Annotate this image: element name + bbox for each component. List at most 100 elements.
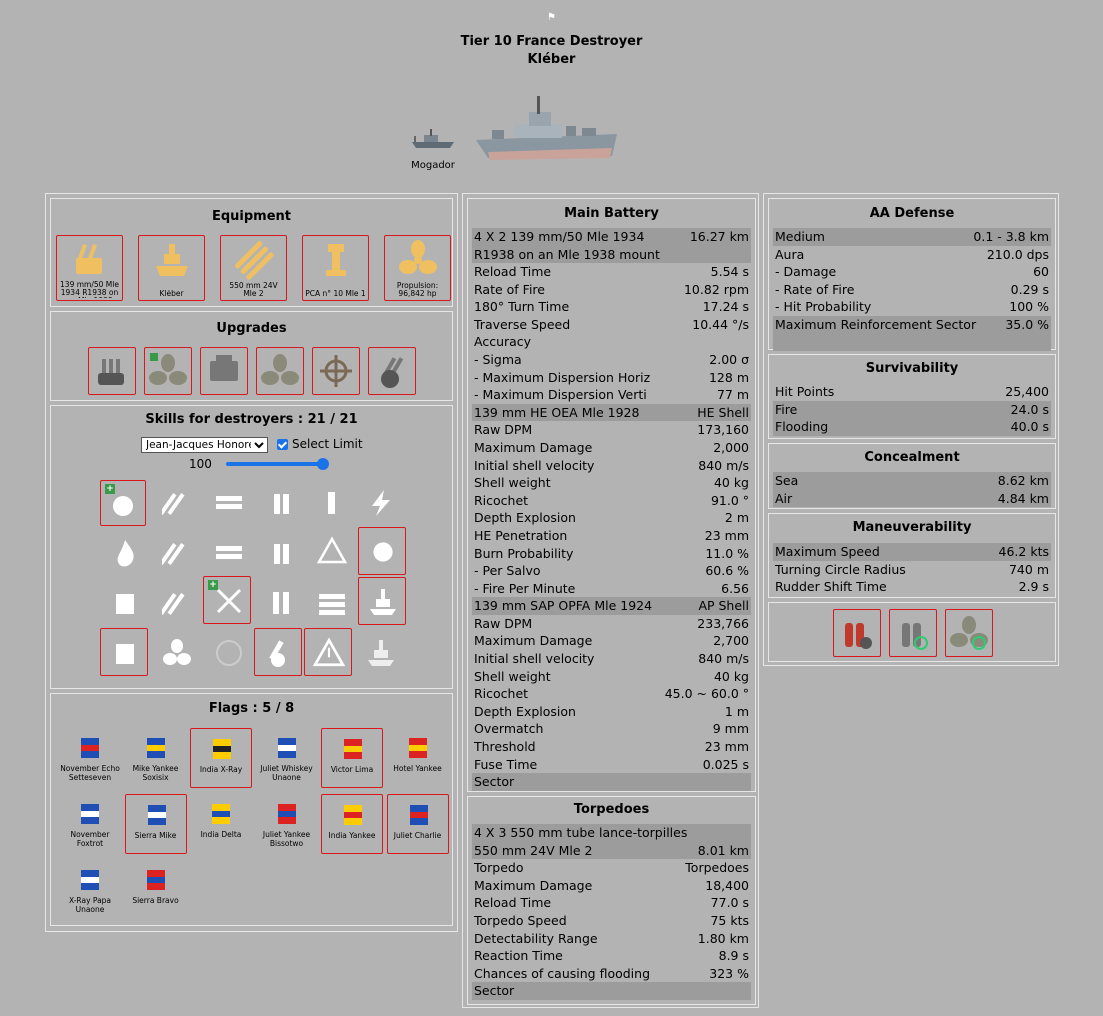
prev-ship-label[interactable]: Mogador	[404, 160, 462, 171]
skill-radio-location[interactable]	[206, 630, 252, 676]
flag-item[interactable]: Sierra Mike	[124, 794, 187, 854]
stat-label: Reaction Time	[474, 948, 563, 964]
stat-value: 23 mm	[704, 527, 749, 543]
flag-item[interactable]: November Foxtrot	[59, 794, 121, 854]
equipment-label: Propulsion: 96,842 hp	[396, 282, 439, 298]
stat-row: - Per Salvo 60.6 %	[472, 562, 751, 580]
stat-value: 210.0 dps	[986, 246, 1049, 262]
skill-last-stand[interactable]	[102, 530, 148, 576]
skill-dazzle[interactable]	[358, 527, 406, 575]
flag-item[interactable]: India X-Ray	[190, 728, 252, 788]
torpedoes-title: Torpedoes	[573, 802, 650, 817]
skill-fill-the-tubes[interactable]	[259, 530, 305, 576]
stat-row: Sea 8.62 km	[773, 472, 1051, 490]
stat-value: 173,160	[697, 422, 749, 438]
upgrade-concealment[interactable]	[368, 347, 416, 395]
stat-row: 180° Turn Time 17.24 s	[472, 298, 751, 316]
skill-priority-target[interactable]	[309, 530, 355, 576]
skill-fearless-brawler[interactable]: +	[203, 576, 251, 624]
stat-label: 139 mm SAP OPFA Mle 1924	[474, 598, 653, 614]
upgrade-propulsion[interactable]	[144, 347, 192, 395]
flag-item[interactable]: Juliet Charlie	[386, 794, 449, 854]
flag-item[interactable]: X-Ray Papa Unaone	[59, 860, 121, 920]
skill-slider-track[interactable]	[226, 462, 324, 466]
stat-value: 18,400	[705, 877, 749, 893]
skill-incoming-fire-alert[interactable]	[358, 480, 404, 526]
stat-value: 10.82 rpm	[683, 281, 749, 297]
skill-main-battery-ammo[interactable]	[259, 480, 305, 526]
stat-label: Sea	[775, 473, 799, 488]
stat-row: Flooding 40.0 s	[773, 418, 1051, 436]
skill-superintendent[interactable]	[259, 580, 305, 626]
commander-select[interactable]: Jean-Jacques Honoré	[141, 437, 268, 453]
stat-value: 40 kg	[713, 475, 749, 491]
stat-value: 100 %	[1009, 299, 1049, 315]
flag-item[interactable]: India Yankee	[321, 794, 383, 854]
consumable-smoke-generator[interactable]	[889, 609, 937, 657]
stat-label: Traverse Speed	[474, 316, 571, 332]
skill-icon	[113, 496, 133, 516]
skill-icon	[162, 543, 185, 565]
skill-propulsion[interactable]	[154, 630, 200, 676]
flag-item[interactable]: Sierra Bravo	[125, 860, 187, 920]
skill-torpedo-acceleration[interactable]	[154, 580, 200, 626]
stat-label: Rate of Fire	[474, 281, 545, 297]
skill-top-priority-alert[interactable]	[304, 628, 352, 676]
consumable-engine-boost[interactable]	[945, 609, 993, 657]
flag-item[interactable]: Juliet Whiskey Unaone	[256, 728, 318, 788]
stat-label: 139 mm HE OEA Mle 1928	[474, 404, 640, 420]
skill-icon	[162, 593, 185, 615]
skill-swift-fish[interactable]	[154, 530, 200, 576]
flag-item[interactable]: November Echo Setteseven	[59, 728, 121, 788]
upgrade-torpedo-tubes[interactable]	[200, 347, 248, 395]
consumable-damage-control[interactable]	[833, 609, 881, 657]
equipment-torpedoes[interactable]: 550 mm 24V Mle 2	[220, 235, 287, 301]
skill-main-battery-expert[interactable]	[309, 580, 355, 626]
flag-item[interactable]: India Delta	[190, 794, 252, 854]
flag-label: India X-Ray	[199, 765, 243, 774]
skill-consumables-enthusiast[interactable]	[206, 480, 252, 526]
stat-value: 40 kg	[713, 668, 749, 684]
aa-defense-panel: AA Defense Medium 0.1 - 3.8 km Aura 210.0 d…	[768, 198, 1056, 351]
stat-label: Maximum Damage	[474, 633, 593, 649]
equipment-main-battery[interactable]: 139 mm/50 Mle 1934 R1938 on an Mle 1938 …	[56, 235, 123, 301]
flag-item[interactable]: Victor Lima	[321, 728, 383, 788]
equipment-panel: Equipment 139 mm/50 Mle 1934 R1938 on an…	[50, 198, 453, 307]
skill-adrenaline-rush[interactable]	[100, 628, 148, 676]
stat-row: Chances of causing flooding 323 %	[472, 965, 751, 983]
skill-demolition-expert[interactable]	[309, 480, 355, 526]
equipment-hull[interactable]: Kléber	[138, 235, 205, 301]
stat-row: Reload Time 5.54 s	[472, 263, 751, 281]
skill-gun-feeder[interactable]	[254, 628, 302, 676]
stat-value: 840 m/s	[698, 457, 749, 473]
stat-label: - Hit Probability	[775, 299, 872, 315]
flag-item[interactable]: Hotel Yankee	[387, 728, 449, 788]
skill-grease-the-gears[interactable]	[154, 480, 200, 526]
stat-label: 550 mm 24V Mle 2	[474, 842, 593, 858]
prev-ship-icon[interactable]	[410, 122, 456, 152]
stat-label: Flooding	[775, 419, 829, 435]
stat-value: 25,400	[1005, 384, 1049, 399]
equipment-fire-control[interactable]: PCA n° 10 Mle 1	[302, 235, 369, 301]
upgrade-steering-gears[interactable]	[312, 347, 360, 395]
skill-survivability-expert[interactable]	[102, 580, 148, 626]
upgrade-steering[interactable]	[256, 347, 304, 395]
equipment-propulsion[interactable]: Propulsion: 96,842 hp	[384, 235, 451, 301]
stat-value: 2,000	[713, 439, 749, 455]
skill-ship-hull[interactable]	[358, 630, 404, 676]
signal-flag-icon	[81, 870, 99, 890]
flag-label: Juliet Whiskey Unaone	[260, 764, 313, 782]
skill-concealment-expert[interactable]	[358, 577, 406, 625]
select-limit-checkbox[interactable]	[277, 439, 288, 450]
stat-value: 0.29 s	[1010, 281, 1049, 297]
skill-slider-thumb[interactable]	[317, 458, 329, 470]
skill-icon	[319, 594, 345, 615]
skill-preventive-maintenance[interactable]: +	[100, 480, 146, 526]
flag-item[interactable]: Mike Yankee Soxisix	[125, 728, 187, 788]
skill-extra-heavy-ammo[interactable]	[206, 530, 252, 576]
stat-label: Depth Explosion	[474, 510, 576, 526]
flag-item[interactable]: Juliet Yankee Bissotwo	[256, 794, 318, 854]
stat-value: 2.9 s	[1018, 579, 1049, 595]
upgrade-main-armaments[interactable]	[88, 347, 136, 395]
stat-row: Maximum Damage 18,400	[472, 877, 751, 895]
